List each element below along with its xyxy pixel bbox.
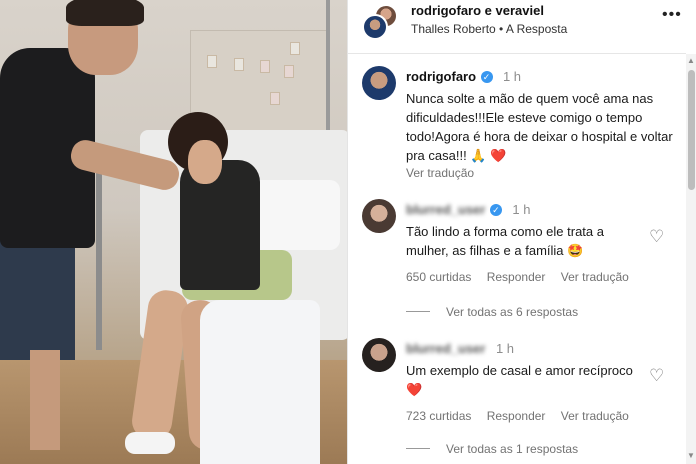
caption-time: 1 h (502, 69, 522, 84)
wall-sticker (284, 65, 294, 78)
scroll-thumb[interactable] (688, 70, 695, 190)
comment-time: 1 h (495, 341, 515, 356)
heart-icon: ❤️ (406, 382, 423, 397)
comment-actions: 723 curtidas Responder Ver tradução (406, 409, 644, 423)
comment-username[interactable]: blurred_user (406, 341, 485, 356)
caption-body: Nunca solte a mão de quem você ama nas d… (406, 91, 673, 163)
comment-time: 1 h (512, 202, 531, 217)
translate-link[interactable]: Ver tradução (561, 270, 629, 284)
music-label[interactable]: Thalles Roberto • A Resposta (411, 22, 567, 36)
avatar[interactable] (362, 199, 396, 233)
comment-username[interactable]: blurred_user (406, 202, 485, 217)
post-usernames[interactable]: rodrigofaro e veraviel (411, 3, 544, 18)
wall-sticker (270, 92, 280, 105)
heart-icon: ❤️ (490, 148, 507, 163)
woman-cardigan (180, 160, 260, 290)
replies-line (406, 311, 430, 312)
reply-link[interactable]: Responder (487, 409, 546, 423)
man-leg (30, 350, 60, 450)
woman-face (188, 140, 222, 184)
verified-icon: ✓ (489, 204, 502, 216)
replies-line (406, 448, 430, 449)
wall-sticker (290, 42, 300, 55)
post-header: rodrigofaro e veraviel Thalles Roberto •… (348, 0, 686, 54)
reply-link[interactable]: Responder (487, 270, 546, 284)
like-heart-icon[interactable]: ♡ (649, 227, 664, 247)
view-replies-label[interactable]: Ver todas as 1 respostas (446, 442, 578, 456)
avatar[interactable] (362, 338, 396, 372)
collab-avatars[interactable] (362, 4, 400, 40)
avatar[interactable] (362, 14, 388, 40)
man-shorts (0, 240, 75, 360)
caption-translate[interactable]: Ver tradução (406, 166, 676, 180)
slipper (125, 432, 175, 454)
view-replies[interactable]: Ver todas as 6 respostas (406, 305, 578, 319)
view-replies[interactable]: Ver todas as 1 respostas (406, 442, 578, 456)
comment-body: Um exemplo de casal e amor recíproco (406, 363, 633, 378)
comments-panel: rodrigofaro e veraviel Thalles Roberto •… (347, 0, 696, 464)
crutch (96, 160, 102, 350)
comment-text: Tão lindo a forma como ele trata a mulhe… (406, 224, 604, 258)
post-photo (0, 0, 347, 464)
translate-link[interactable]: Ver tradução (561, 409, 629, 423)
scroll-up-arrow-icon[interactable]: ▲ (687, 56, 695, 65)
caption-text: Nunca solte a mão de quem você ama nas d… (406, 89, 676, 165)
wall-sticker (260, 60, 270, 73)
likes-count[interactable]: 723 curtidas (406, 409, 471, 423)
comment-actions: 650 curtidas Responder Ver tradução (406, 270, 644, 284)
verified-icon: ✓ (480, 71, 493, 83)
scroll-down-arrow-icon[interactable]: ▼ (687, 451, 695, 460)
like-heart-icon[interactable]: ♡ (649, 366, 664, 386)
bed-sheet (200, 300, 320, 464)
scrollbar[interactable]: ▲ ▼ (686, 54, 696, 464)
wall-sticker (234, 58, 244, 71)
wall-sticker (207, 55, 217, 68)
comment-text: Um exemplo de casal e amor recíproco ❤️ (406, 361, 644, 399)
caption-username[interactable]: rodrigofaro (406, 69, 476, 84)
pillow (250, 180, 340, 250)
likes-count[interactable]: 650 curtidas (406, 270, 471, 284)
man-hair (66, 0, 144, 26)
avatar[interactable] (362, 66, 396, 100)
more-options-icon[interactable]: ••• (662, 6, 682, 24)
view-replies-label[interactable]: Ver todas as 6 respostas (446, 305, 578, 319)
